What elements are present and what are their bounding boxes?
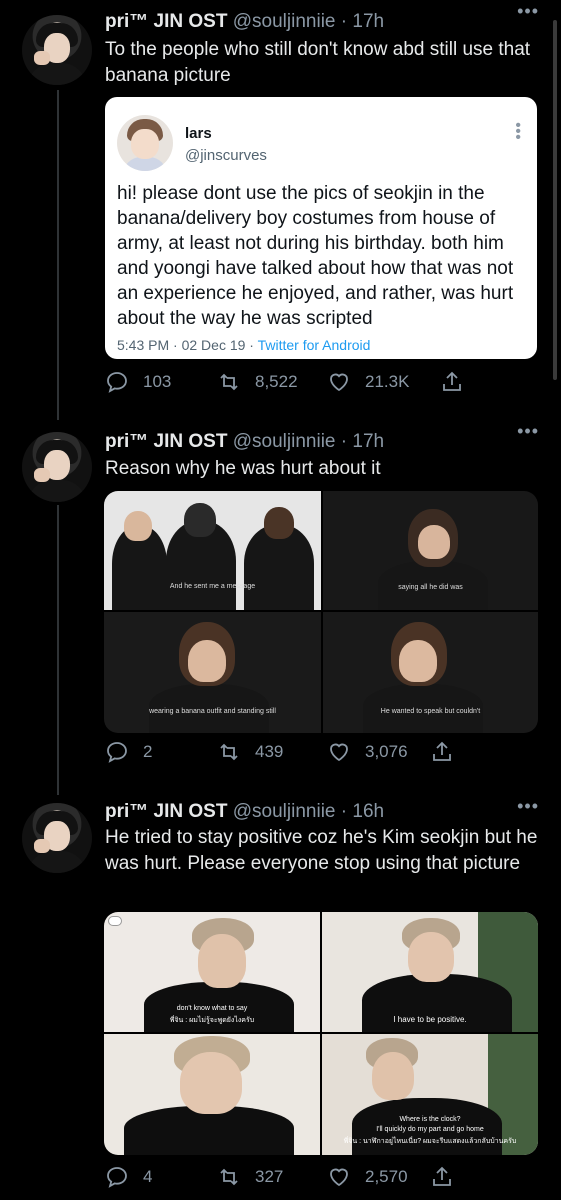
timestamp[interactable]: · 17h — [341, 431, 384, 452]
heart-icon — [330, 743, 348, 762]
quoted-tweet[interactable]: lars @jinscurves • • • hi! please dont use… — [105, 97, 537, 359]
media-image[interactable]: don't know what to say พี่จิน : ผมไม่รู้… — [104, 912, 320, 1032]
share-icon — [433, 1166, 451, 1186]
display-name[interactable]: pri™ JIN OST — [105, 431, 227, 452]
reply-count: 4 — [143, 1167, 153, 1186]
retweet-count: 327 — [255, 1167, 284, 1186]
tweet[interactable]: pri™ JIN OST @souljinniie · 17h ••• To t… — [0, 0, 561, 420]
quoted-username: @jinscurves — [185, 147, 267, 164]
share-button[interactable] — [430, 740, 454, 764]
retweet-button[interactable]: 8,522 — [217, 370, 298, 394]
tweet-header: pri™ JIN OST @souljinniie · 17h — [105, 430, 384, 454]
reply-button[interactable]: 2 — [105, 740, 152, 764]
tweet-actions: 103 8,522 21.3K — [105, 370, 545, 398]
media-image[interactable]: He wanted to speak but couldn't — [323, 612, 538, 733]
media-image[interactable]: wearing a banana outfit and standing sti… — [104, 612, 321, 733]
display-name[interactable]: pri™ JIN OST — [105, 801, 227, 822]
timestamp[interactable]: · 16h — [341, 801, 384, 822]
heart-icon — [330, 373, 348, 392]
heart-icon — [330, 1168, 348, 1187]
share-icon — [433, 741, 451, 761]
retweet-icon — [220, 743, 238, 761]
username[interactable]: @souljinniie — [233, 801, 336, 822]
media-grid[interactable]: And he sent me a message saying all he d… — [104, 491, 538, 733]
username[interactable]: @souljinniie — [233, 431, 336, 452]
reply-button[interactable]: 4 — [105, 1165, 152, 1189]
retweet-icon — [220, 1168, 238, 1186]
media-image[interactable]: And he sent me a message — [104, 491, 321, 610]
media-image[interactable]: saying all he did was — [323, 491, 538, 610]
like-button[interactable]: 21.3K — [327, 370, 409, 394]
avatar[interactable] — [117, 115, 173, 171]
quoted-timestamp: 5:43 PM · 02 Dec 19 · — [117, 337, 258, 353]
reply-count: 103 — [143, 372, 172, 391]
share-icon — [443, 371, 461, 391]
display-name[interactable]: pri™ JIN OST — [105, 11, 227, 32]
more-options-icon[interactable]: ••• — [517, 422, 539, 440]
subtitle-thai: พี่จิน : ผมไม่รู้จะพูดยังไงครับ — [169, 1017, 255, 1024]
subtitle: saying all he did was — [398, 584, 463, 591]
tweet-text: Reason why he was hurt about it — [105, 458, 381, 479]
reply-icon — [107, 372, 127, 393]
like-count: 3,076 — [365, 742, 408, 761]
media-image[interactable] — [104, 1034, 320, 1155]
quoted-display-name: lars — [185, 125, 212, 142]
quoted-text: hi! please dont use the pics of seokjin … — [117, 183, 514, 329]
reply-icon — [107, 742, 127, 763]
share-button[interactable] — [440, 370, 464, 394]
retweet-count: 439 — [255, 742, 284, 761]
subtitle: And he sent me a message — [169, 583, 256, 590]
tweet[interactable]: pri™ JIN OST @souljinniie · 16h ••• He t… — [0, 795, 561, 1200]
reply-icon — [107, 1167, 127, 1188]
tweet[interactable]: pri™ JIN OST @souljinniie · 17h ••• Reas… — [0, 420, 561, 795]
username[interactable]: @souljinniie — [233, 11, 336, 32]
media-image[interactable]: Where is the clock? I'll quickly do my p… — [322, 1034, 538, 1155]
tweet-header: pri™ JIN OST @souljinniie · 16h — [105, 800, 384, 824]
tweet-text: He tried to stay positive coz he's Kim s… — [105, 827, 538, 874]
avatar[interactable] — [22, 15, 92, 85]
retweet-button[interactable]: 439 — [217, 740, 283, 764]
subtitle: He wanted to speak but couldn't — [380, 708, 481, 715]
subtitle: don't know what to say — [176, 1005, 248, 1012]
like-button[interactable]: 3,076 — [327, 740, 408, 764]
avatar[interactable] — [22, 432, 92, 502]
like-button[interactable]: 2,570 — [327, 1165, 408, 1189]
retweet-count: 8,522 — [255, 372, 298, 391]
more-options-icon[interactable]: ••• — [515, 118, 521, 146]
more-options-icon[interactable]: ••• — [517, 797, 539, 815]
like-count: 21.3K — [365, 372, 410, 391]
retweet-button[interactable]: 327 — [217, 1165, 283, 1189]
like-count: 2,570 — [365, 1167, 408, 1186]
media-grid[interactable]: don't know what to say พี่จิน : ผมไม่รู้… — [104, 912, 538, 1155]
subtitle: I have to be positive. — [393, 1015, 467, 1024]
reply-button[interactable]: 103 — [105, 370, 171, 394]
timestamp[interactable]: · 17h — [341, 11, 384, 32]
quoted-source[interactable]: Twitter for Android — [258, 337, 371, 353]
retweet-icon — [220, 373, 238, 391]
subtitle: wearing a banana outfit and standing sti… — [149, 708, 276, 715]
share-button[interactable] — [430, 1165, 454, 1189]
more-options-icon[interactable]: ••• — [517, 2, 539, 20]
subtitle: I'll quickly do my part and go home — [376, 1126, 484, 1133]
media-image[interactable]: I have to be positive. — [322, 912, 538, 1032]
subtitle: Where is the clock? — [399, 1116, 461, 1123]
avatar[interactable] — [22, 803, 92, 873]
tweet-text: To the people who still don't know abd s… — [105, 39, 531, 86]
subtitle-thai: พี่จิน : นาฬิกาอยู่ไหนเนี่ย? ผมจะรีบแสดง… — [343, 1138, 517, 1145]
tweet-actions: 2 439 3,076 — [105, 740, 545, 768]
quoted-meta: 5:43 PM · 02 Dec 19 · Twitter for Androi… — [117, 337, 370, 353]
reply-count: 2 — [143, 742, 153, 761]
tweet-actions: 4 327 2,570 — [105, 1165, 545, 1193]
tweet-header: pri™ JIN OST @souljinniie · 17h — [105, 10, 384, 34]
